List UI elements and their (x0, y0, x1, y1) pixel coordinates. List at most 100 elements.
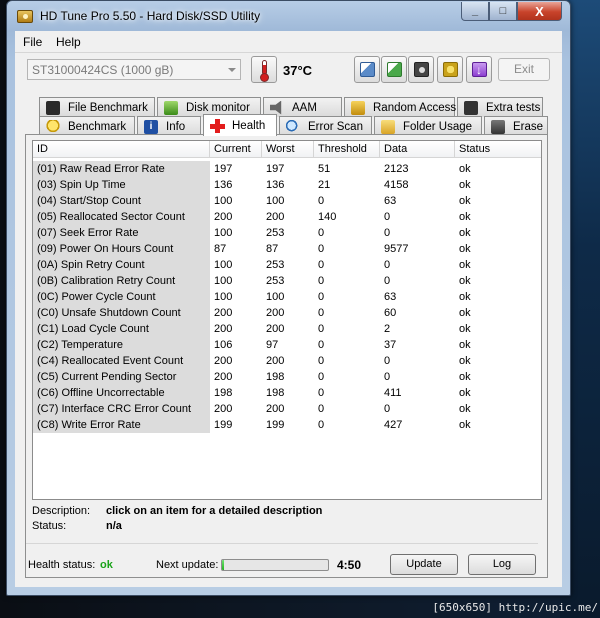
temperature-button[interactable] (251, 56, 277, 83)
attribute-id-cell: (07) Seek Error Rate (33, 225, 210, 241)
attribute-id-cell: (03) Spin Up Time (33, 177, 210, 193)
threshold-value-cell: 0 (318, 371, 325, 383)
current-value-cell: 200 (214, 323, 233, 335)
worst-value-cell: 200 (266, 403, 285, 415)
raw-data-cell: 0 (384, 355, 391, 367)
smart-attributes-table[interactable]: ID Current Worst Threshold Data Status (… (32, 140, 542, 500)
raw-data-cell: 0 (384, 371, 391, 383)
screenshot-button[interactable] (408, 56, 434, 83)
temperature-value: 37°C (283, 63, 313, 78)
raw-data-cell: 411 (384, 387, 402, 399)
table-row[interactable]: (0C) Power Cycle Count 100 100 0 63 ok (33, 289, 541, 305)
worst-value-cell: 200 (266, 355, 285, 367)
table-row[interactable]: (01) Raw Read Error Rate 197 197 51 2123 ok (33, 161, 541, 177)
column-header-id[interactable]: ID (33, 141, 210, 158)
exit-button[interactable]: Exit (498, 58, 550, 81)
options-button[interactable] (437, 56, 463, 83)
worst-value-cell: 253 (266, 275, 285, 287)
next-update-label: Next update: (156, 559, 219, 571)
column-header-status[interactable]: Status (455, 141, 541, 158)
worst-value-cell: 199 (266, 419, 285, 431)
column-header-worst[interactable]: Worst (262, 141, 314, 158)
worst-value-cell: 253 (266, 227, 285, 239)
app-hdd-icon[interactable] (17, 10, 33, 23)
column-header-current[interactable]: Current (210, 141, 262, 158)
close-button[interactable]: X (517, 2, 562, 21)
attribute-id-cell: (C1) Load Cycle Count (33, 321, 210, 337)
table-row[interactable]: (04) Start/Stop Count 100 100 0 63 ok (33, 193, 541, 209)
current-value-cell: 197 (214, 163, 233, 175)
random-access-icon (351, 100, 365, 115)
status-value-cell: ok (459, 163, 471, 175)
threshold-value-cell: 0 (318, 323, 325, 335)
update-button[interactable]: Update (390, 554, 458, 575)
table-row[interactable]: (03) Spin Up Time 136 136 21 4158 ok (33, 177, 541, 193)
menu-file[interactable]: File (23, 35, 42, 49)
table-row[interactable]: (C8) Write Error Rate 199 199 0 427 ok (33, 417, 541, 433)
tab-folder-usage[interactable]: Folder Usage (374, 116, 482, 136)
status-value-cell: ok (459, 371, 471, 383)
raw-data-cell: 0 (384, 403, 391, 415)
tab-random-access[interactable]: Random Access (344, 97, 456, 117)
column-header-data[interactable]: Data (380, 141, 455, 158)
table-row[interactable]: (C6) Offline Uncorrectable 198 198 0 411 ok (33, 385, 541, 401)
save-download-icon: ↓ (471, 62, 487, 77)
tab-label: Info (166, 120, 186, 133)
threshold-value-cell: 0 (318, 291, 325, 303)
table-row[interactable]: (05) Reallocated Sector Count 200 200 140 0 o… (33, 209, 541, 225)
table-row[interactable]: (09) Power On Hours Count 87 87 0 9577 ok (33, 241, 541, 257)
current-value-cell: 200 (214, 371, 233, 383)
attribute-id-cell: (04) Start/Stop Count (33, 193, 210, 209)
tab-info[interactable]: i Info (137, 116, 201, 136)
table-row[interactable]: (07) Seek Error Rate 100 253 0 0 ok (33, 225, 541, 241)
divider (26, 543, 538, 544)
attribute-id-cell: (05) Reallocated Sector Count (33, 209, 210, 225)
raw-data-cell: 2 (384, 323, 391, 335)
table-row[interactable]: (C2) Temperature 106 97 0 37 ok (33, 337, 541, 353)
table-row[interactable]: (0B) Calibration Retry Count 100 253 0 0 ok (33, 273, 541, 289)
current-value-cell: 100 (214, 227, 233, 239)
extra-tests-icon (464, 100, 478, 115)
next-update-progress-fill (222, 560, 225, 570)
file-benchmark-icon (46, 100, 60, 115)
status-value-cell: ok (459, 227, 471, 239)
copy-screenshot-button[interactable] (381, 56, 407, 83)
threshold-value-cell: 0 (318, 227, 325, 239)
status-value-cell: ok (459, 259, 471, 271)
copy-text-button[interactable] (354, 56, 380, 83)
tab-label: AAM (292, 101, 317, 114)
info-icon: i (144, 119, 158, 134)
tab-extra-tests[interactable]: Extra tests (457, 97, 543, 117)
menu-help[interactable]: Help (56, 35, 81, 49)
save-button[interactable]: ↓ (466, 56, 492, 83)
table-row[interactable]: (0A) Spin Retry Count 100 253 0 0 ok (33, 257, 541, 273)
tab-health[interactable]: Health (203, 114, 277, 136)
tab-erase[interactable]: Erase (484, 116, 548, 136)
tab-error-scan[interactable]: Error Scan (279, 116, 372, 136)
maximize-button[interactable]: □ (489, 2, 517, 21)
worst-value-cell: 198 (266, 371, 285, 383)
column-header-threshold[interactable]: Threshold (314, 141, 380, 158)
threshold-value-cell: 0 (318, 195, 325, 207)
drive-select-value: ST31000424CS (1000 gB) (32, 63, 174, 77)
table-row[interactable]: (C7) Interface CRC Error Count 200 200 0 0 ok (33, 401, 541, 417)
tab-row-top: File Benchmark Disk monitor AAM Random A… (39, 97, 545, 117)
drive-select[interactable]: ST31000424CS (1000 gB) (27, 59, 241, 80)
title-bar[interactable]: HD Tune Pro 5.50 - Hard Disk/SSD Utility… (7, 1, 570, 31)
table-row[interactable]: (C5) Current Pending Sector 200 198 0 0 ok (33, 369, 541, 385)
tab-benchmark[interactable]: Benchmark (39, 116, 135, 136)
raw-data-cell: 63 (384, 291, 397, 303)
worst-value-cell: 198 (266, 387, 285, 399)
minimize-button[interactable]: _ (461, 2, 489, 21)
table-row[interactable]: (C0) Unsafe Shutdown Count 200 200 0 60 ok (33, 305, 541, 321)
log-button[interactable]: Log (468, 554, 536, 575)
table-row[interactable]: (C1) Load Cycle Count 200 200 0 2 ok (33, 321, 541, 337)
tab-file-benchmark[interactable]: File Benchmark (39, 97, 155, 117)
tab-label: File Benchmark (68, 101, 148, 114)
status-label: Status: (32, 520, 67, 532)
table-row[interactable]: (C4) Reallocated Event Count 200 200 0 0 ok (33, 353, 541, 369)
health-status-value: ok (100, 559, 113, 571)
attribute-id-cell: (01) Raw Read Error Rate (33, 161, 210, 177)
description-label: Description: (32, 505, 91, 517)
worst-value-cell: 136 (266, 179, 285, 191)
